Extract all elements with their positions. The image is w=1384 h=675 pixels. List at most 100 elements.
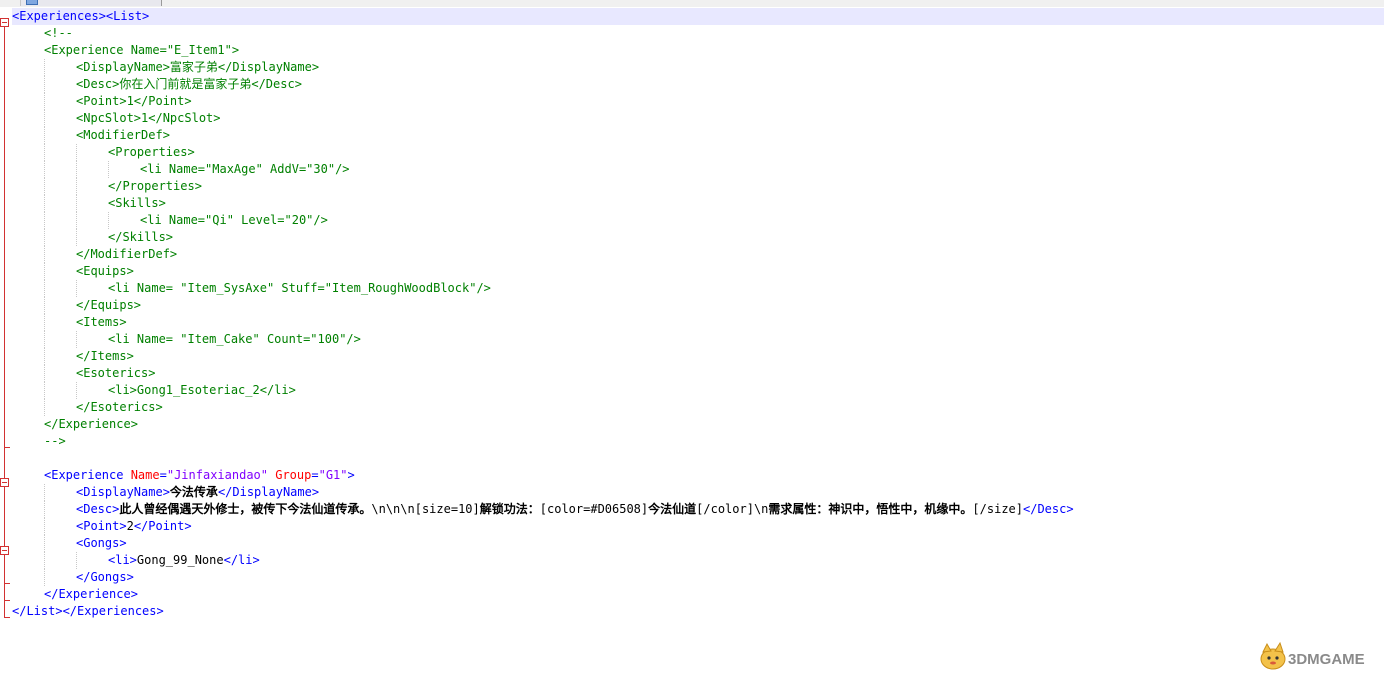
code-line[interactable]: <Equips>: [12, 263, 1384, 280]
indent-guide: [44, 518, 45, 535]
code-line[interactable]: </Skills>: [12, 229, 1384, 246]
code-token: <NpcSlot>1</NpcSlot>: [76, 111, 221, 125]
code-line[interactable]: <Properties>: [12, 144, 1384, 161]
code-line[interactable]: <!--: [12, 25, 1384, 42]
code-line[interactable]: <li Name="Qi" Level="20"/>: [12, 212, 1384, 229]
code-line[interactable]: <Point>2</Point>: [12, 518, 1384, 535]
indent-guide: [76, 382, 77, 399]
code-line-content: </Items>: [76, 348, 134, 365]
indent-guide: [76, 212, 77, 229]
code-line-content: -->: [44, 433, 66, 450]
code-line[interactable]: </List></Experiences>: [12, 603, 1384, 620]
indent-guide: [44, 314, 45, 331]
code-line-content: <Experience Name="Jinfaxiandao" Group="G…: [44, 467, 355, 484]
code-token: [color=#D06508]: [539, 502, 649, 516]
code-line-content: <Properties>: [108, 144, 195, 161]
indent-guide: [44, 110, 45, 127]
code-token: -->: [44, 434, 66, 448]
code-line[interactable]: <NpcSlot>1</NpcSlot>: [12, 110, 1384, 127]
code-line[interactable]: </Gongs>: [12, 569, 1384, 586]
code-line-content: <Gongs>: [76, 535, 127, 552]
indent-guide: [44, 348, 45, 365]
code-area[interactable]: <Experiences><List> <!-- <Experience Name=…: [12, 8, 1384, 620]
code-line[interactable]: <Esoterics>: [12, 365, 1384, 382]
code-line[interactable]: <Experience Name="E_Item1">: [12, 42, 1384, 59]
code-line[interactable]: </Equips>: [12, 297, 1384, 314]
code-line[interactable]: <Skills>: [12, 195, 1384, 212]
code-line[interactable]: <Items>: [12, 314, 1384, 331]
fold-toggle-icon[interactable]: [0, 18, 9, 27]
code-token: <Gongs>: [76, 536, 127, 550]
code-line[interactable]: </Esoterics>: [12, 399, 1384, 416]
code-line[interactable]: <li Name= "Item_SysAxe" Stuff="Item_Roug…: [12, 280, 1384, 297]
code-line-content: <li>Gong1_Esoteriac_2</li>: [108, 382, 296, 399]
code-token: >: [347, 468, 355, 482]
code-line[interactable]: </Properties>: [12, 178, 1384, 195]
code-token: <Skills>: [108, 196, 166, 210]
indent-guide: [44, 535, 45, 552]
code-line[interactable]: <li Name="MaxAge" AddV="30"/>: [12, 161, 1384, 178]
code-line[interactable]: <DisplayName>富家子弟</DisplayName>: [12, 59, 1384, 76]
indent-guide: [76, 280, 77, 297]
code-token: </li>: [223, 553, 260, 567]
code-line[interactable]: </Experience>: [12, 586, 1384, 603]
code-token: <li Name="MaxAge" AddV="30"/>: [140, 162, 350, 176]
code-token: Gong_99_None: [136, 553, 224, 567]
fold-line: [4, 24, 5, 618]
code-line[interactable]: </Experience>: [12, 416, 1384, 433]
code-line[interactable]: [12, 450, 1384, 467]
code-line-content: </Gongs>: [76, 569, 134, 586]
code-token: </Skills>: [108, 230, 174, 244]
indent-guide: [76, 195, 77, 212]
code-line[interactable]: <li>Gong1_Esoteriac_2</li>: [12, 382, 1384, 399]
code-line[interactable]: </Items>: [12, 348, 1384, 365]
xml-editor-window: <Experiences><List> <!-- <Experience Name=…: [0, 0, 1384, 675]
code-line[interactable]: <ModifierDef>: [12, 127, 1384, 144]
code-line[interactable]: </ModifierDef>: [12, 246, 1384, 263]
code-token: =: [159, 468, 167, 482]
code-token: <!--: [44, 26, 73, 40]
code-line-content: </List></Experiences>: [12, 603, 164, 620]
code-line[interactable]: <Desc>此人曾经偶遇天外修士，被传下今法仙道传承。\n\n\n[size=1…: [12, 501, 1384, 518]
code-token: <li Name= "Item_SysAxe" Stuff="Item_Roug…: [108, 281, 491, 295]
code-line[interactable]: <Experience Name="Jinfaxiandao" Group="G…: [12, 467, 1384, 484]
code-line[interactable]: <li Name= "Item_Cake" Count="100"/>: [12, 331, 1384, 348]
fold-toggle-icon[interactable]: [0, 546, 9, 555]
code-line[interactable]: <Point>1</Point>: [12, 93, 1384, 110]
code-token: </Experience>: [44, 587, 138, 601]
indent-guide: [44, 161, 45, 178]
code-line[interactable]: <li>Gong_99_None</li>: [12, 552, 1384, 569]
code-token: <Point>: [76, 519, 127, 533]
code-token: 今法传承: [169, 485, 218, 499]
code-line-content: <DisplayName>富家子弟</DisplayName>: [76, 59, 319, 76]
indent-guide: [44, 246, 45, 263]
indent-guide: [44, 484, 45, 501]
indent-guide: [44, 297, 45, 314]
code-token: 2: [126, 519, 134, 533]
tab-active-file[interactable]: [20, 0, 162, 6]
code-line[interactable]: <Gongs>: [12, 535, 1384, 552]
indent-guide: [44, 212, 45, 229]
indent-guide: [44, 280, 45, 297]
code-line[interactable]: -->: [12, 433, 1384, 450]
indent-guide: [44, 552, 45, 569]
code-line-content: <Point>1</Point>: [76, 93, 192, 110]
indent-guide: [76, 229, 77, 246]
code-line[interactable]: <DisplayName>今法传承</DisplayName>: [12, 484, 1384, 501]
indent-guide: [76, 144, 77, 161]
file-icon: [26, 0, 38, 5]
code-token: </Gongs>: [76, 570, 134, 584]
code-line-content: <!--: [44, 25, 73, 42]
code-token: </Equips>: [76, 298, 142, 312]
code-token: 解锁功法：: [479, 502, 540, 516]
indent-guide: [44, 59, 45, 76]
code-line-content: <Experience Name="E_Item1">: [44, 42, 239, 59]
indent-guide: [44, 263, 45, 280]
fold-end-tick: [5, 447, 10, 448]
indent-guide: [44, 76, 45, 93]
code-token: <Experience Name="E_Item1">: [44, 43, 240, 57]
watermark-text: 3DMGAME: [1288, 651, 1365, 668]
code-line[interactable]: <Experiences><List>: [12, 8, 1384, 25]
code-line[interactable]: <Desc>你在入门前就是富家子弟</Desc>: [12, 76, 1384, 93]
fold-toggle-icon[interactable]: [0, 478, 9, 487]
